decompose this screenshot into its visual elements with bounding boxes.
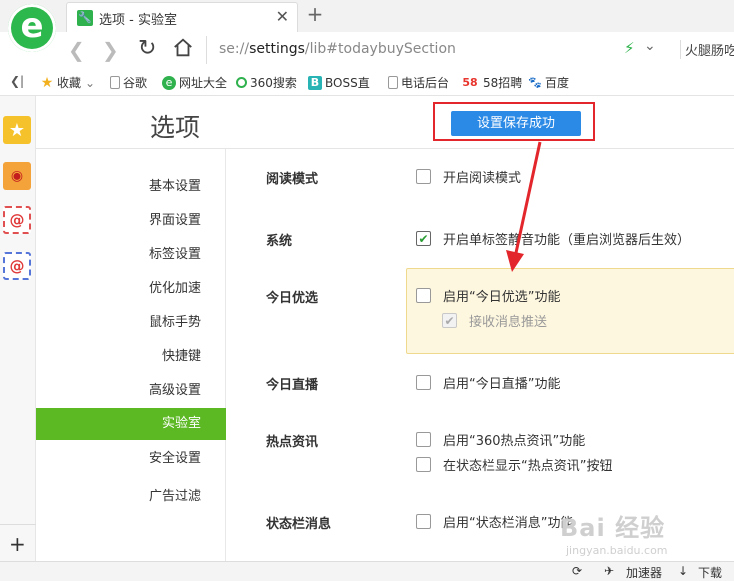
hot-news-checkbox[interactable]: 启用“360热点资讯”功能 [416,430,585,449]
accelerator-icon[interactable]: ⟳ [572,564,582,578]
360-nav-icon: e [162,75,176,90]
address-bar[interactable]: se://settings/lib#todaybuySection [206,36,672,64]
today-live-checkbox[interactable]: 启用“今日直播”功能 [416,373,560,392]
download-button[interactable]: 下载 [698,564,722,581]
divider [0,524,36,525]
section-reading-mode-label: 阅读模式 [266,172,319,187]
nav-item-shortcuts[interactable]: 快捷键 [36,341,226,373]
chevron-down-icon: ⌄ [85,75,96,90]
nav-item-tabs[interactable]: 标签设置 [36,239,226,271]
collapse-sidebar-icon[interactable]: ❮| [10,74,24,88]
bookmarks-bar: ❮| ★ 收藏 ⌄ 谷歌 e 网址大全 360搜索 B BOSS直 电话后台 58 58招… [0,68,734,96]
boss-icon: B [308,75,322,90]
section-system-label: 系统 [266,234,293,249]
pin-icon[interactable]: ✈ [604,564,614,578]
download-icon[interactable]: ↓ [678,564,688,578]
page-icon [388,76,398,89]
baidu-icon: 🐾 [528,75,542,89]
tab-close-icon[interactable]: ✕ [276,7,289,26]
checkbox[interactable] [416,375,431,390]
bookmark-phone-admin[interactable]: 电话后台 [388,74,449,91]
bookmark-baidu[interactable]: 🐾 百度 [528,74,569,91]
section-hot-news-label: 热点资讯 [266,435,319,450]
today-pick-checkbox[interactable]: 启用“今日优选”功能 [416,286,560,305]
back-icon[interactable]: ❮ [68,38,85,62]
single-tab-mute-checkbox[interactable]: ✔ 开启单标签静音功能（重启浏览器后生效） [416,229,690,248]
checkbox-checked[interactable]: ✔ [416,231,431,246]
page-icon [110,76,120,89]
watermark: Bai 经验 [560,514,666,542]
save-success-toast: 设置保存成功 [451,111,581,136]
checkbox[interactable] [416,169,431,184]
nav-item-security[interactable]: 安全设置 [36,443,226,475]
tab-title: 选项 - 实验室 [99,13,177,28]
bookmark-boss[interactable]: B BOSS直 [308,74,370,91]
nav-item-optimize[interactable]: 优化加速 [36,273,226,305]
refresh-icon[interactable]: ↻ [138,36,156,61]
bookmark-360-nav[interactable]: e 网址大全 [162,74,227,91]
mail-icon[interactable]: @ [3,206,31,234]
tab-settings-lab[interactable]: 🔧 选项 - 实验室 ✕ [66,2,298,32]
nav-item-mouse-gesture[interactable]: 鼠标手势 [36,307,226,339]
hot-news-statusbar-checkbox[interactable]: 在状态栏显示“热点资讯”按钮 [416,455,612,474]
side-toolbar: ★ ◉ @ @ + [0,96,36,569]
section-today-live-label: 今日直播 [266,378,319,393]
speed-mode-icon[interactable]: ⚡ [624,39,635,57]
tab-strip: e 🔧 选项 - 实验室 ✕ + [0,0,734,52]
accelerator-button[interactable]: 加速器 [626,564,662,581]
section-today-pick-label: 今日优选 [266,291,319,306]
nav-item-lab[interactable]: 实验室 [36,408,226,440]
weibo-icon[interactable]: ◉ [3,162,31,190]
section-status-msg-label: 状态栏消息 [266,517,332,532]
bookmark-favorites[interactable]: ★ 收藏 ⌄ [40,74,95,91]
bookmark-google[interactable]: 谷歌 [110,74,147,91]
url-text[interactable]: se://settings/lib#todaybuySection [219,41,456,57]
wrench-icon: 🔧 [77,10,93,26]
nav-item-interface[interactable]: 界面设置 [36,205,226,237]
chevron-down-icon[interactable]: ⌄ [644,38,656,54]
checkbox-disabled-checked: ✔ [442,313,457,328]
status-bar: ⟳ ✈ 加速器 ↓ 下载 [0,561,734,581]
58-icon: 58 [462,75,478,89]
checkbox[interactable] [416,514,431,529]
browser-logo-icon[interactable]: e [8,4,56,52]
360-search-icon [236,77,247,88]
settings-nav: 基本设置 界面设置 标签设置 优化加速 鼠标手势 快捷键 高级设置 实验室 安全… [36,149,226,569]
search-suggestion[interactable]: 火腿肠吃 [680,40,734,59]
home-icon[interactable] [172,37,194,64]
bookmark-58[interactable]: 58 58招聘 [460,74,522,91]
bookmark-360-search[interactable]: 360搜索 [236,74,297,91]
checkbox[interactable] [416,288,431,303]
push-messages-checkbox: ✔ 接收消息推送 [442,311,547,330]
checkbox[interactable] [416,432,431,447]
add-sidebar-item-icon[interactable]: + [9,532,26,556]
watermark-url: jingyan.baidu.com [566,544,668,557]
navigation-bar: ❮ ❯ ↻ se://settings/lib#todaybuySection … [0,32,734,68]
annotation-arrow [506,141,542,272]
checkbox[interactable] [416,457,431,472]
nav-item-advanced[interactable]: 高级设置 [36,375,226,407]
page-title: 选项 [150,113,201,142]
status-msg-checkbox[interactable]: 启用“状态栏消息”功能 [416,512,573,531]
new-tab-button[interactable]: + [304,2,326,26]
nav-item-basic[interactable]: 基本设置 [36,171,226,203]
star-icon: ★ [40,74,54,91]
nav-item-ad-filter[interactable]: 广告过滤 [36,481,226,513]
forward-icon[interactable]: ❯ [102,38,119,62]
mail-icon[interactable]: @ [3,252,31,280]
favorites-star-icon[interactable]: ★ [3,116,31,144]
